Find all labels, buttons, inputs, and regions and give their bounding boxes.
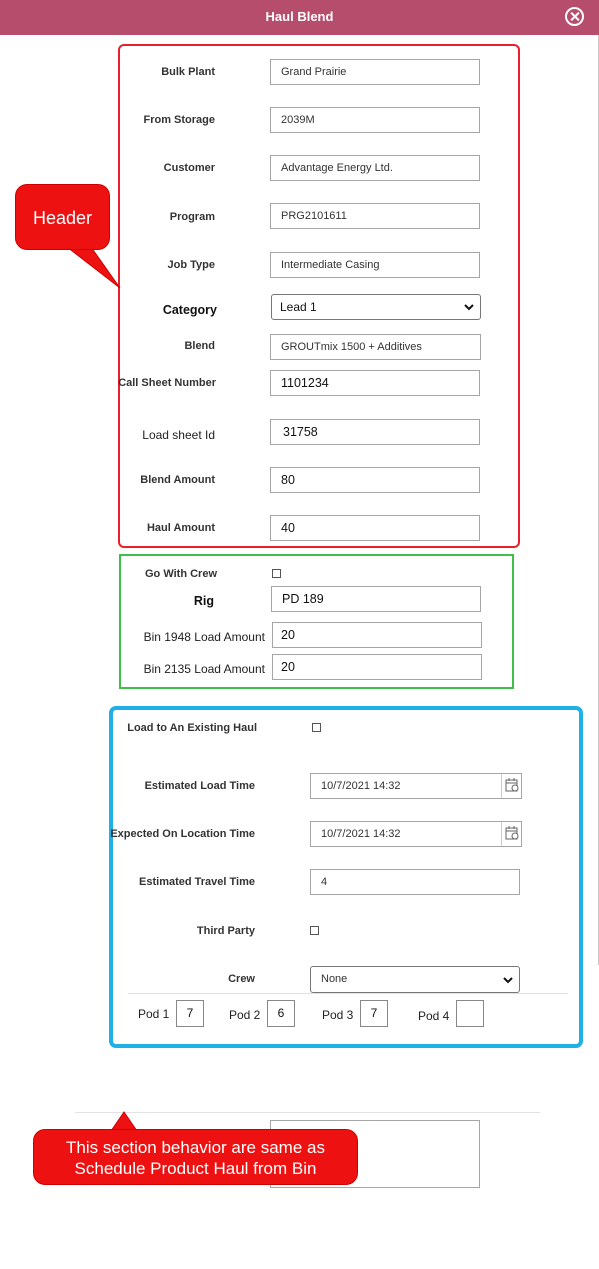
pod-2-label: Pod 2 (229, 1008, 261, 1022)
pod-1-field[interactable]: 7 (176, 1000, 204, 1027)
calendar-icon[interactable] (501, 774, 521, 798)
expected-on-location-time-value: 10/7/2021 14:32 (321, 828, 401, 840)
blend-amount-field[interactable]: 80 (270, 467, 480, 493)
pod-3-field[interactable]: 7 (360, 1000, 388, 1027)
from-storage-label: From Storage (143, 114, 215, 126)
expected-on-location-time-label: Expected On Location Time (110, 828, 255, 840)
pod-2-field[interactable]: 6 (267, 1000, 295, 1027)
third-party-checkbox[interactable] (310, 926, 319, 935)
pods-divider (128, 993, 568, 994)
estimated-travel-time-label: Estimated Travel Time (139, 876, 255, 888)
crew-label: Crew (228, 973, 255, 985)
pod-3-label: Pod 3 (322, 1008, 354, 1022)
blend-field[interactable]: GROUTmix 1500 + Additives (270, 334, 481, 360)
pod-1-label: Pod 1 (138, 1007, 170, 1021)
estimated-travel-time-field[interactable]: 4 (310, 869, 520, 895)
chevron-down-icon (464, 304, 474, 311)
header-callout: Header (15, 184, 110, 250)
third-party-label: Third Party (196, 925, 255, 937)
bulk-plant-label: Bulk Plant (161, 66, 215, 78)
go-with-crew-checkbox[interactable] (272, 569, 281, 578)
pod-4-label: Pod 4 (418, 1009, 450, 1023)
bulk-plant-field[interactable]: Grand Prairie (270, 59, 480, 85)
estimated-load-time-field[interactable]: 10/7/2021 14:32 (310, 773, 522, 799)
category-label: Category (162, 303, 217, 317)
job-type-field[interactable]: Intermediate Casing (270, 252, 480, 278)
load-sheet-id-field[interactable]: 31758 (270, 419, 480, 445)
category-select[interactable]: Lead 1 (271, 294, 481, 320)
load-existing-haul-checkbox[interactable] (312, 723, 321, 732)
bin-1948-label: Bin 1948 Load Amount (143, 630, 265, 644)
go-with-crew-label: Go With Crew (144, 568, 217, 580)
expected-on-location-time-field[interactable]: 10/7/2021 14:32 (310, 821, 522, 847)
pod-4-field[interactable] (456, 1000, 484, 1027)
program-label: Program (169, 211, 215, 223)
chevron-down-icon (503, 977, 513, 984)
bottom-callout-line-1: This section behavior are same as (66, 1138, 325, 1157)
customer-field[interactable]: Advantage Energy Ltd. (270, 155, 480, 181)
load-existing-haul-label: Load to An Existing Haul (127, 722, 257, 734)
bin-1948-field[interactable]: 20 (272, 622, 482, 648)
call-sheet-number-field[interactable]: 1101234 (270, 370, 480, 396)
bin-2135-field[interactable]: 20 (272, 654, 482, 680)
blend-amount-label: Blend Amount (140, 474, 215, 486)
call-sheet-number-label: Call Sheet Number (118, 377, 216, 389)
from-storage-field[interactable]: 2039M (270, 107, 480, 133)
close-icon[interactable] (565, 7, 584, 26)
bottom-callout-line-2: Schedule Product Haul from Bin (74, 1159, 317, 1178)
job-type-label: Job Type (167, 259, 215, 271)
crew-select[interactable]: None (310, 966, 520, 993)
rig-label: Rig (193, 594, 214, 608)
category-selected-value: Lead 1 (280, 300, 317, 314)
estimated-load-time-value: 10/7/2021 14:32 (321, 780, 401, 792)
dialog-title: Haul Blend (265, 9, 334, 24)
load-sheet-id-label: Load sheet Id (142, 428, 215, 442)
haul-amount-label: Haul Amount (146, 522, 215, 534)
program-field[interactable]: PRG2101611 (270, 203, 480, 229)
haul-amount-field[interactable]: 40 (270, 515, 480, 541)
blend-label: Blend (184, 340, 215, 352)
bin-2135-label: Bin 2135 Load Amount (143, 662, 265, 676)
rig-field[interactable]: PD 189 (271, 586, 481, 612)
customer-label: Customer (163, 162, 215, 174)
calendar-icon[interactable] (501, 822, 521, 846)
dialog-titlebar: Haul Blend (0, 0, 599, 35)
crew-selected-value: None (321, 973, 348, 985)
estimated-load-time-label: Estimated Load Time (144, 780, 255, 792)
bottom-callout: This section behavior are same as Schedu… (33, 1129, 358, 1185)
